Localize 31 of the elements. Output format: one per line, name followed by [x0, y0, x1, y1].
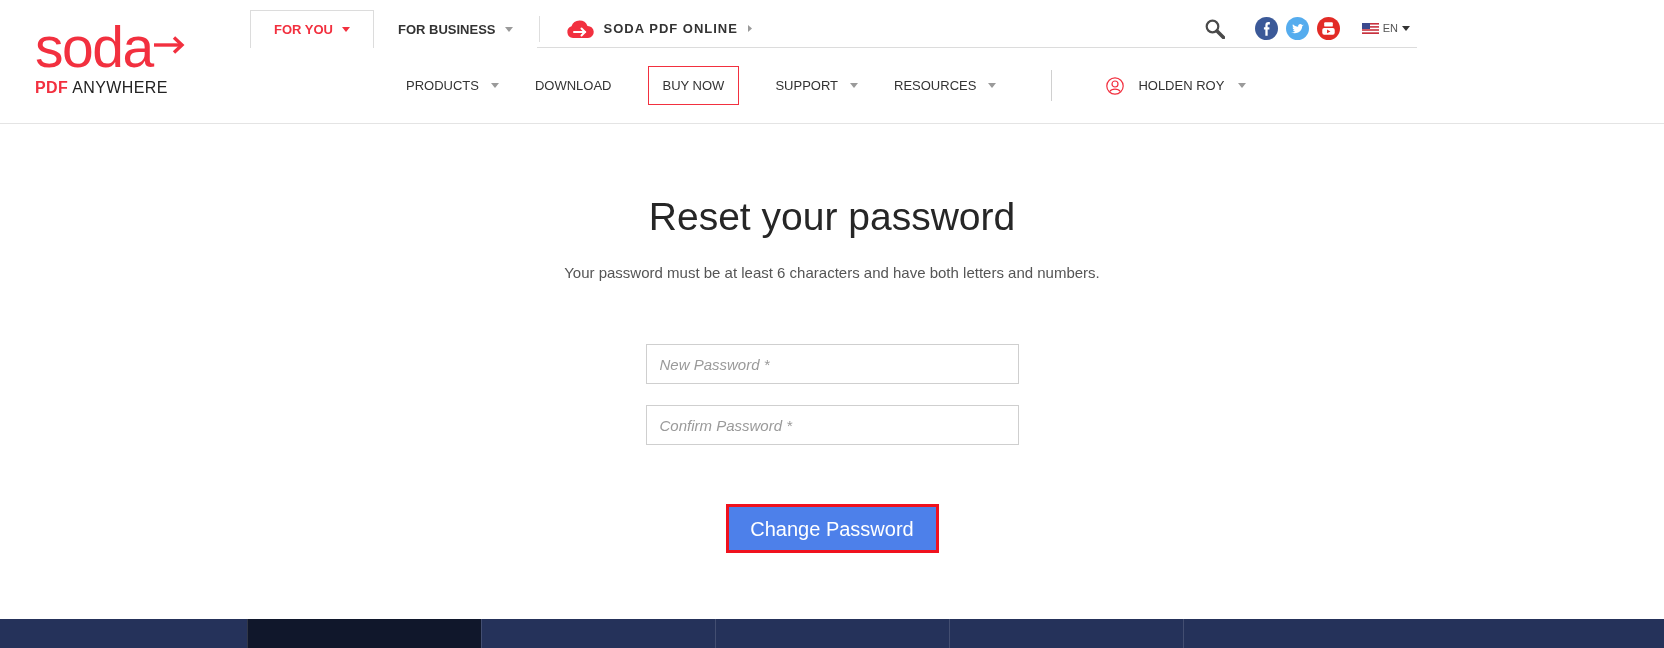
nav-link[interactable]: RESOURCES: [894, 75, 997, 96]
page-title: Reset your password: [648, 194, 1016, 240]
triangle-icon: [747, 25, 752, 32]
youtube-icon[interactable]: [1316, 17, 1340, 40]
facebook-icon[interactable]: [1254, 17, 1278, 40]
logo-tagline: PDF ANYWHERE: [35, 79, 168, 97]
password-field[interactable]: Confirm Password *: [645, 405, 1019, 445]
audience-tab[interactable]: FOR YOU: [250, 10, 374, 48]
change-password-button[interactable]: Change Password: [725, 504, 939, 553]
password-field[interactable]: New Password *: [645, 344, 1019, 384]
language-button[interactable]: EN: [1361, 20, 1410, 37]
nav-link[interactable]: PRODUCTS: [406, 75, 499, 96]
logo-wordmark: soda: [35, 18, 153, 76]
nav-link[interactable]: SUPPORT: [775, 75, 858, 96]
caret-icon: [342, 27, 350, 32]
caret-icon: [490, 83, 499, 88]
arrow-icon: [153, 36, 185, 54]
caret-icon: [850, 83, 858, 88]
caret-icon: [504, 27, 513, 32]
caret-icon: [1238, 83, 1247, 88]
search-icon[interactable]: [1204, 18, 1225, 39]
cloud-icon: [565, 19, 594, 38]
user-icon: [1106, 76, 1125, 95]
nav-button[interactable]: BUY NOW: [647, 65, 740, 106]
flag-icon: [1361, 23, 1379, 34]
nav-link[interactable]: DOWNLOAD: [534, 75, 612, 96]
caret-icon: [988, 83, 997, 88]
caret-icon: [1402, 26, 1410, 31]
user-menu[interactable]: HOLDEN ROY: [1106, 75, 1247, 96]
password-hint: Your password must be at least 6 characters and have both letters and numbers.: [564, 263, 1100, 283]
online-link[interactable]: SODA PDF ONLINE: [565, 10, 752, 47]
